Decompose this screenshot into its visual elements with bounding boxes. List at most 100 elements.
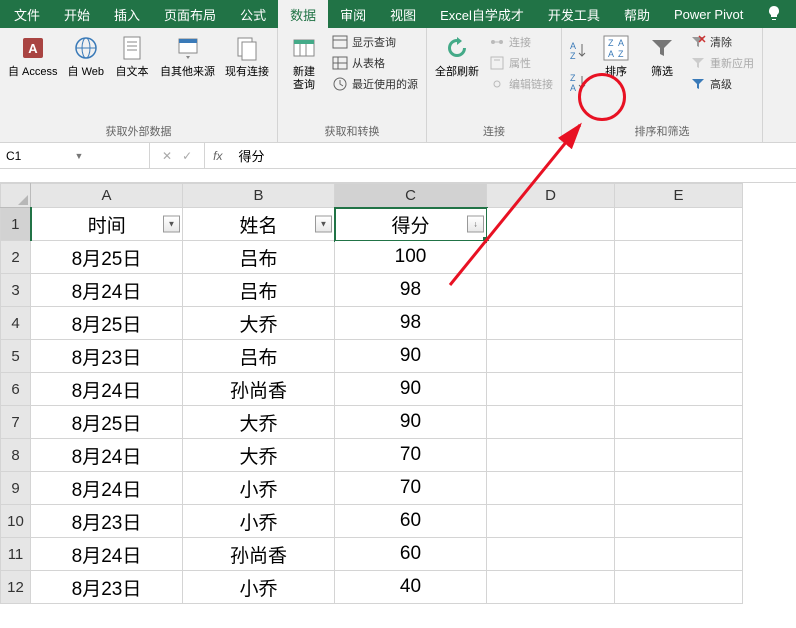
cell[interactable] <box>615 373 743 406</box>
row-header-3[interactable]: 3 <box>1 274 31 307</box>
cell[interactable]: 98 <box>335 307 487 340</box>
cell[interactable] <box>487 307 615 340</box>
cell[interactable]: 小乔 <box>183 472 335 505</box>
tab-developer[interactable]: 开发工具 <box>536 0 612 30</box>
row-header-7[interactable]: 7 <box>1 406 31 439</box>
name-box-dropdown-icon[interactable]: ▼ <box>75 151 144 161</box>
cell[interactable] <box>487 472 615 505</box>
cell[interactable] <box>615 274 743 307</box>
cell[interactable]: 得分↓ <box>335 208 487 241</box>
sort-button[interactable]: ZAAZ 排序 <box>594 30 638 81</box>
cell[interactable] <box>487 439 615 472</box>
cell[interactable]: 8月24日 <box>31 439 183 472</box>
cell[interactable]: 8月23日 <box>31 571 183 604</box>
cell[interactable]: 孙尚香 <box>183 373 335 406</box>
col-header-B[interactable]: B <box>183 184 335 208</box>
cell[interactable]: 小乔 <box>183 571 335 604</box>
cell[interactable]: 70 <box>335 472 487 505</box>
row-header-4[interactable]: 4 <box>1 307 31 340</box>
cell[interactable]: 大乔 <box>183 439 335 472</box>
cell[interactable]: 98 <box>335 274 487 307</box>
cell[interactable]: 60 <box>335 538 487 571</box>
cell[interactable]: 小乔 <box>183 505 335 538</box>
row-header-8[interactable]: 8 <box>1 439 31 472</box>
filter-dropdown-icon[interactable]: ▼ <box>315 216 332 233</box>
cell[interactable] <box>615 340 743 373</box>
cell[interactable]: 大乔 <box>183 406 335 439</box>
cell[interactable] <box>487 571 615 604</box>
cell[interactable]: 吕布 <box>183 340 335 373</box>
cell[interactable] <box>487 538 615 571</box>
cell[interactable] <box>487 208 615 241</box>
new-query-button[interactable]: 新建 查询 <box>282 30 326 94</box>
cell[interactable] <box>615 505 743 538</box>
cell[interactable]: 100 <box>335 241 487 274</box>
filter-dropdown-icon[interactable]: ▼ <box>163 216 180 233</box>
cell[interactable]: 吕布 <box>183 274 335 307</box>
cell[interactable]: 90 <box>335 373 487 406</box>
cell[interactable]: 70 <box>335 439 487 472</box>
row-header-9[interactable]: 9 <box>1 472 31 505</box>
cell[interactable] <box>615 439 743 472</box>
cell[interactable]: 8月25日 <box>31 307 183 340</box>
cell[interactable]: 吕布 <box>183 241 335 274</box>
row-header-11[interactable]: 11 <box>1 538 31 571</box>
tab-formulas[interactable]: 公式 <box>228 0 278 30</box>
cell[interactable] <box>487 406 615 439</box>
fx-icon[interactable]: fx <box>205 149 230 163</box>
tab-custom[interactable]: Excel自学成才 <box>428 0 536 30</box>
tab-power-pivot[interactable]: Power Pivot <box>662 1 755 28</box>
col-header-A[interactable]: A <box>31 184 183 208</box>
formula-input[interactable]: 得分 <box>230 143 796 168</box>
cell[interactable]: 姓名▼ <box>183 208 335 241</box>
row-header-10[interactable]: 10 <box>1 505 31 538</box>
from-table-button[interactable]: 从表格 <box>328 53 422 73</box>
sort-desc-button[interactable]: ZA <box>566 70 592 96</box>
tab-view[interactable]: 视图 <box>378 0 428 30</box>
tab-home[interactable]: 开始 <box>52 0 102 30</box>
cell[interactable]: 8月23日 <box>31 505 183 538</box>
cell[interactable]: 8月24日 <box>31 472 183 505</box>
tell-me-icon[interactable] <box>768 5 784 24</box>
recent-sources-button[interactable]: 最近使用的源 <box>328 74 422 94</box>
show-queries-button[interactable]: 显示查询 <box>328 32 422 52</box>
tab-page-layout[interactable]: 页面布局 <box>152 0 228 30</box>
col-header-D[interactable]: D <box>487 184 615 208</box>
row-header-2[interactable]: 2 <box>1 241 31 274</box>
clear-filter-button[interactable]: 清除 <box>686 32 758 52</box>
cell[interactable]: 90 <box>335 340 487 373</box>
col-header-E[interactable]: E <box>615 184 743 208</box>
existing-connections-button[interactable]: 现有连接 <box>221 30 273 81</box>
cell[interactable] <box>487 340 615 373</box>
cell[interactable]: 8月24日 <box>31 538 183 571</box>
tab-data[interactable]: 数据 <box>278 0 328 30</box>
select-all-corner[interactable] <box>1 184 31 208</box>
from-access-button[interactable]: A 自 Access <box>4 30 62 81</box>
cell[interactable]: 60 <box>335 505 487 538</box>
cell[interactable] <box>615 307 743 340</box>
cell[interactable] <box>615 472 743 505</box>
cell[interactable] <box>487 274 615 307</box>
row-header-12[interactable]: 12 <box>1 571 31 604</box>
cell[interactable] <box>615 208 743 241</box>
filter-dropdown-icon[interactable]: ↓ <box>467 216 484 233</box>
from-text-button[interactable]: 自文本 <box>110 30 154 81</box>
cell[interactable]: 时间▼ <box>31 208 183 241</box>
cell[interactable]: 8月25日 <box>31 241 183 274</box>
tab-help[interactable]: 帮助 <box>612 0 662 30</box>
refresh-all-button[interactable]: 全部刷新 <box>431 30 483 81</box>
filter-button[interactable]: 筛选 <box>640 30 684 81</box>
cell[interactable]: 大乔 <box>183 307 335 340</box>
cell[interactable] <box>487 505 615 538</box>
cell[interactable]: 孙尚香 <box>183 538 335 571</box>
cell[interactable] <box>487 373 615 406</box>
col-header-C[interactable]: C <box>335 184 487 208</box>
row-header-1[interactable]: 1 <box>1 208 31 241</box>
from-web-button[interactable]: 自 Web <box>64 30 108 81</box>
row-header-6[interactable]: 6 <box>1 373 31 406</box>
cell[interactable]: 8月25日 <box>31 406 183 439</box>
cell[interactable] <box>487 241 615 274</box>
from-other-button[interactable]: 自其他来源 <box>156 30 219 81</box>
cell[interactable] <box>615 571 743 604</box>
name-box[interactable]: C1 ▼ <box>0 143 150 168</box>
